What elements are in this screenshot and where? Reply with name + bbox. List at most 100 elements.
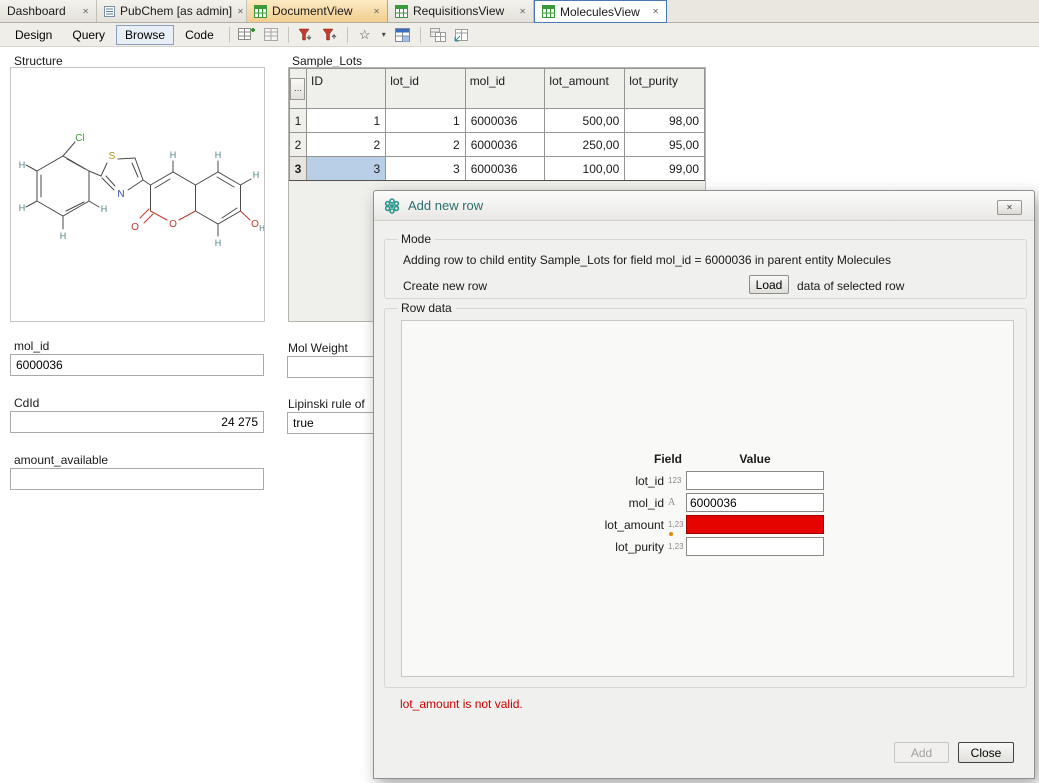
table-row[interactable]: 1 1 1 6000036 500,00 98,00 [290, 109, 705, 133]
table-row[interactable]: 2 2 2 6000036 250,00 95,00 [290, 133, 705, 157]
cell-mol-id[interactable]: 6000036 [465, 133, 545, 157]
structure-label: Structure [14, 54, 63, 68]
cdid-field[interactable] [10, 411, 264, 433]
favorites-star-icon[interactable]: ☆ [354, 25, 376, 45]
star-icon: ☆ [359, 28, 371, 41]
cell-lot-id[interactable]: 1 [386, 109, 465, 133]
close-button[interactable]: Close [958, 742, 1014, 763]
table-blue-icon[interactable] [392, 25, 414, 45]
tab-close-icon[interactable]: ✕ [82, 7, 89, 16]
atom-label-s: S [109, 151, 116, 162]
cdid-label: CdId [14, 396, 39, 410]
cell-id[interactable]: 3 [306, 157, 385, 181]
grid-pair-icon[interactable] [427, 25, 449, 45]
cell-lot-amount[interactable]: 500,00 [545, 109, 625, 133]
cell-id[interactable]: 1 [306, 109, 385, 133]
sample-lots-label: Sample_Lots [292, 54, 362, 68]
mode-button-query[interactable]: Query [63, 25, 114, 45]
atom-label-o-carbonyl: O [131, 222, 139, 233]
form-input-mol-id[interactable] [686, 493, 824, 512]
close-icon: ✕ [1006, 203, 1013, 212]
cell-lot-purity[interactable]: 98,00 [625, 109, 705, 133]
tab-close-icon[interactable]: ✕ [652, 7, 659, 16]
cell-lot-purity[interactable]: 99,00 [625, 157, 705, 181]
cell-lot-amount[interactable]: 250,00 [545, 133, 625, 157]
grid-corner-button[interactable]: ... [290, 78, 305, 100]
favorites-dropdown-icon[interactable]: ▾ [378, 25, 390, 45]
cell-id[interactable]: 2 [306, 133, 385, 157]
application-window: Dashboard ✕ PubChem [as admin] ✕ Documen… [0, 0, 1039, 783]
add-button[interactable]: Add [894, 742, 949, 763]
create-new-row-text: Create new row [403, 279, 487, 293]
cell-mol-id[interactable]: 6000036 [465, 157, 545, 181]
chevron-down-icon: ▾ [382, 31, 386, 39]
tab-label: PubChem [as admin] [120, 4, 232, 18]
column-header-lot-id[interactable]: lot_id [386, 69, 465, 109]
tab-close-icon[interactable]: ✕ [373, 7, 380, 16]
load-button[interactable]: Load [749, 275, 789, 294]
form-label-lot-amount: lot_amount [492, 518, 664, 532]
table-icon[interactable] [260, 25, 282, 45]
mode-button-design[interactable]: Design [6, 25, 61, 45]
row-header[interactable]: 3 [290, 157, 307, 181]
mode-button-code[interactable]: Code [176, 25, 223, 45]
form-input-lot-id[interactable] [686, 471, 824, 490]
cell-lot-purity[interactable]: 95,00 [625, 133, 705, 157]
add-table-icon[interactable] [236, 25, 258, 45]
dialog-title: Add new row [408, 198, 483, 213]
atom-label-o-ring: O [169, 219, 177, 230]
grid-link-icon[interactable] [451, 25, 473, 45]
mode-legend: Mode [397, 232, 435, 246]
molecule-structure: Cl S N O O O H H H H H H H H H [11, 68, 264, 321]
tab-close-icon[interactable]: ✕ [519, 7, 526, 16]
tab-requisitionsview[interactable]: RequisitionsView ✕ [388, 0, 534, 22]
table-green-icon [542, 5, 555, 18]
tab-pubchem[interactable]: PubChem [as admin] ✕ [97, 0, 247, 22]
structure-viewer: Cl S N O O O H H H H H H H H H [10, 67, 265, 322]
load-suffix-text: data of selected row [797, 279, 904, 293]
form-input-lot-amount[interactable] [686, 515, 824, 534]
grid-corner-cell: ... [290, 69, 307, 109]
row-header[interactable]: 1 [290, 109, 307, 133]
row-data-panel: Field Value lot_id 123 mol_id A lot_amou… [401, 320, 1014, 677]
toolbar-separator [288, 27, 289, 43]
mol-id-field[interactable] [10, 354, 264, 376]
dialog-close-button[interactable]: ✕ [997, 200, 1022, 215]
cell-lot-amount[interactable]: 100,00 [545, 157, 625, 181]
atom-label-h: H [19, 160, 26, 170]
tab-moleculesview[interactable]: MoleculesView ✕ [534, 0, 667, 23]
tab-label: Dashboard [7, 4, 66, 18]
tab-close-icon[interactable]: ✕ [237, 7, 244, 16]
tab-documentview[interactable]: DocumentView ✕ [247, 0, 388, 22]
column-header-mol-id[interactable]: mol_id [465, 69, 545, 109]
value-column-header: Value [686, 452, 824, 466]
list-icon [104, 6, 115, 17]
form-input-lot-purity[interactable] [686, 537, 824, 556]
cell-mol-id[interactable]: 6000036 [465, 109, 545, 133]
mode-button-browse[interactable]: Browse [116, 25, 174, 45]
tab-label: DocumentView [272, 4, 352, 18]
field-column-header: Field [562, 452, 682, 466]
column-header-id[interactable]: ID [306, 69, 385, 109]
table-green-icon [395, 5, 408, 18]
filter-up-icon[interactable] [319, 25, 341, 45]
atom-label-h: H [101, 204, 108, 214]
integer-type-icon: 123 [668, 476, 685, 485]
cell-lot-id[interactable]: 2 [386, 133, 465, 157]
table-green-icon [254, 5, 267, 18]
amount-available-field[interactable] [10, 468, 264, 490]
amount-available-label: amount_available [14, 453, 108, 467]
cell-lot-id[interactable]: 3 [386, 157, 465, 181]
table-row-selected[interactable]: 3 3 3 6000036 100,00 99,00 [290, 157, 705, 181]
row-header[interactable]: 2 [290, 133, 307, 157]
toolbar-separator [229, 27, 230, 43]
atom-label-h: H [259, 224, 264, 233]
column-header-lot-purity[interactable]: lot_purity [625, 69, 705, 109]
tab-dashboard[interactable]: Dashboard ✕ [0, 0, 97, 22]
dialog-titlebar[interactable]: Add new row ✕ [374, 191, 1034, 221]
filter-down-icon[interactable] [295, 25, 317, 45]
column-header-lot-amount[interactable]: lot_amount [545, 69, 625, 109]
row-data-groupbox: Row data Field Value lot_id 123 mol_id A… [384, 308, 1027, 688]
form-label-lot-id: lot_id [492, 474, 664, 488]
atom-label-h: H [253, 170, 260, 180]
